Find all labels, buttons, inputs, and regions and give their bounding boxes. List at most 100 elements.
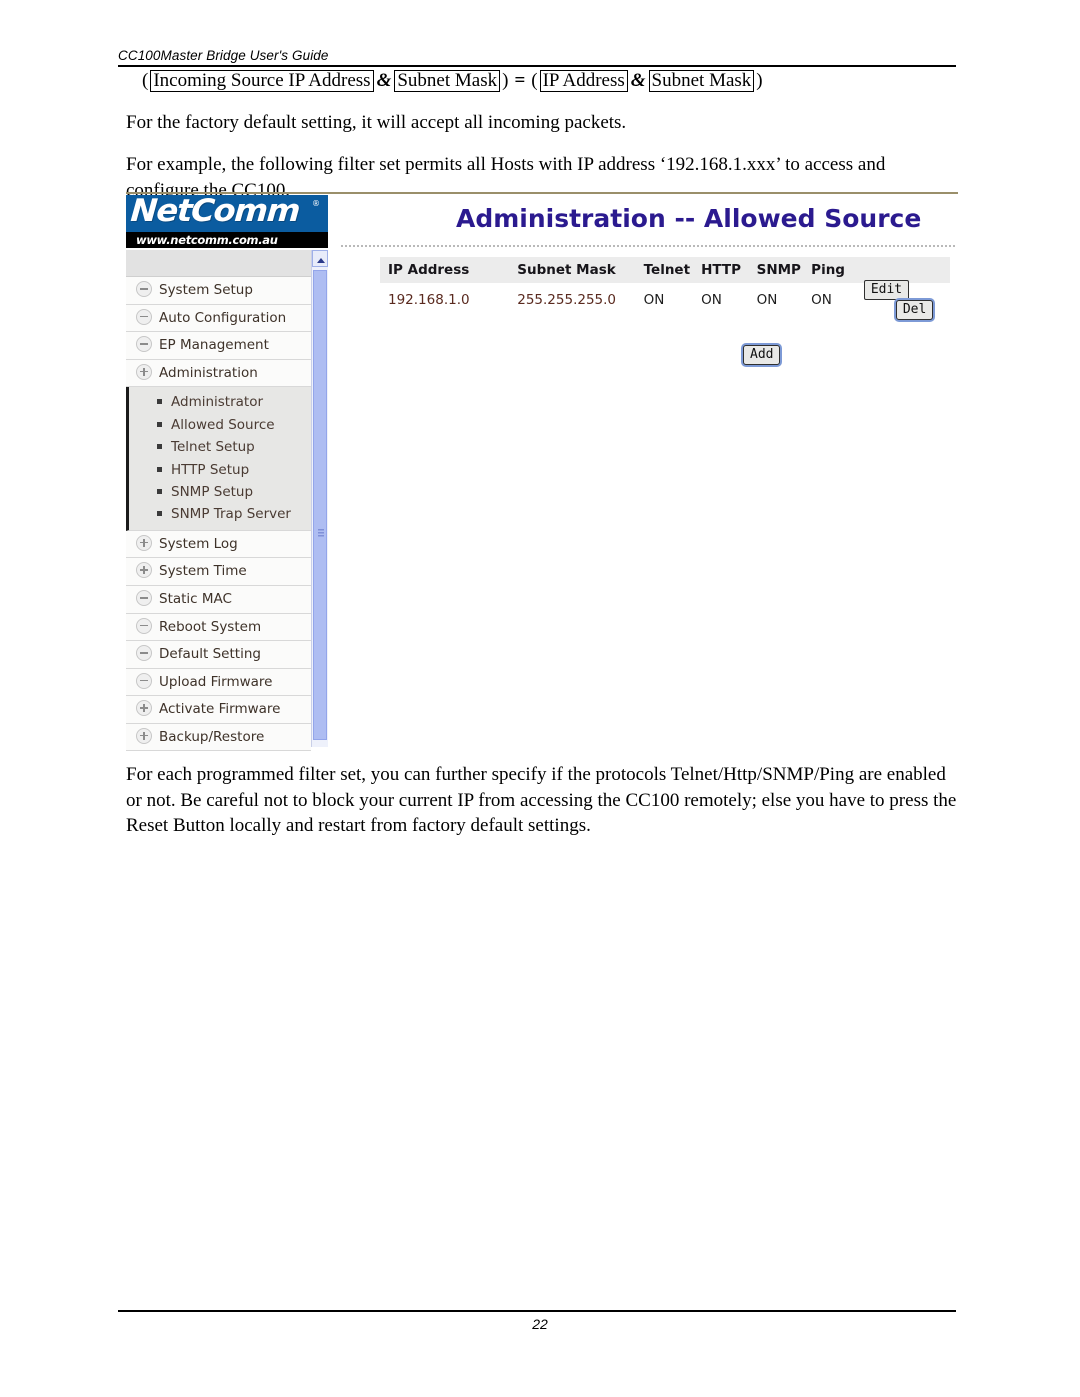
formula-amp-1: & bbox=[376, 70, 392, 91]
cell-subnet-mask: 255.255.255.0 bbox=[517, 292, 617, 308]
sidebar-item-label: Auto Configuration bbox=[159, 309, 287, 326]
sidebar-item-label: Static MAC bbox=[159, 590, 232, 607]
running-header-title: CC100Master Bridge User's Guide bbox=[118, 48, 329, 63]
col-header-snmp: SNMP bbox=[756, 262, 801, 278]
col-header-http: HTTP bbox=[701, 262, 741, 278]
sidebar-subitem-snmp-setup[interactable]: SNMP Setup bbox=[129, 481, 311, 503]
embedded-screenshot: NetComm ® www.netcomm.com.au Administrat… bbox=[126, 192, 958, 752]
formula-open-paren-2: ( bbox=[531, 70, 538, 91]
sidebar-item-activate-firmware[interactable]: Activate Firmware bbox=[126, 696, 311, 724]
formula-equals: = bbox=[514, 70, 526, 91]
sidebar-administration-subgroup: Administrator Allowed Source Telnet Setup H… bbox=[126, 387, 311, 531]
sidebar-subitem-http-setup[interactable]: HTTP Setup bbox=[129, 459, 311, 481]
cell-telnet: ON bbox=[643, 292, 665, 308]
sidebar-item-reboot-system[interactable]: Reboot System bbox=[126, 613, 311, 642]
bullet-square-icon bbox=[157, 511, 162, 517]
sidebar-item-system-time[interactable]: System Time bbox=[126, 558, 311, 586]
table-row: 192.168.1.0 255.255.255.0 ON ON ON ON EditDel bbox=[380, 280, 950, 320]
formula-open-paren-1: ( bbox=[142, 70, 149, 91]
sidebar-item-static-mac[interactable]: Static MAC bbox=[126, 585, 311, 614]
collapse-minus-icon[interactable] bbox=[136, 308, 152, 325]
sidebar-item-label: Default Setting bbox=[159, 646, 261, 663]
formula-term-incoming-source-ip: Incoming Source IP Address bbox=[150, 70, 374, 92]
formula-term-subnet-mask-2: Subnet Mask bbox=[648, 70, 755, 92]
sidebar-subitem-administrator[interactable]: Administrator bbox=[129, 391, 311, 413]
bullet-square-icon bbox=[157, 466, 162, 472]
sidebar-item-label: Backup/Restore bbox=[159, 728, 265, 745]
sidebar-item-system-setup[interactable]: System Setup bbox=[126, 277, 311, 305]
title-divider bbox=[341, 245, 956, 247]
formula-expression: (Incoming Source IP Address & Subnet Mask)… bbox=[140, 70, 765, 92]
collapse-minus-icon[interactable] bbox=[136, 672, 152, 689]
sidebar-item-label: System Log bbox=[159, 535, 238, 552]
registered-trademark-icon: ® bbox=[312, 199, 320, 208]
footer-rule bbox=[118, 1310, 956, 1312]
sidebar-item-label: Reboot System bbox=[159, 618, 262, 635]
formula-amp-2: & bbox=[630, 70, 646, 91]
paragraph-factory-default: For the factory default setting, it will… bbox=[126, 112, 627, 133]
bullet-square-icon bbox=[157, 399, 162, 405]
cell-actions: EditDel bbox=[863, 280, 950, 320]
collapse-minus-icon[interactable] bbox=[136, 617, 152, 634]
document-page: CC100Master Bridge User's Guide (Incomin… bbox=[0, 0, 1080, 1397]
cell-snmp: ON bbox=[756, 292, 778, 308]
scrollbar-grip-icon bbox=[318, 529, 324, 538]
expand-plus-icon[interactable] bbox=[136, 363, 152, 380]
sidebar-subitem-label: Allowed Source bbox=[171, 416, 275, 433]
navigation-sidebar: System Setup Auto Configuration EP Managem… bbox=[126, 250, 312, 752]
scroll-up-arrow-icon[interactable] bbox=[312, 250, 328, 267]
sidebar-item-system-log[interactable]: System Log bbox=[126, 530, 311, 559]
collapse-minus-icon[interactable] bbox=[136, 589, 152, 606]
sidebar-subitem-snmp-trap-server[interactable]: SNMP Trap Server bbox=[129, 503, 311, 525]
scrollbar-thumb[interactable] bbox=[313, 270, 327, 740]
col-header-telnet: Telnet bbox=[643, 262, 691, 278]
sidebar-item-default-setting[interactable]: Default Setting bbox=[126, 641, 311, 669]
formula-term-ip-address: IP Address bbox=[539, 70, 628, 92]
cell-http: ON bbox=[701, 292, 722, 308]
sidebar-item-backup-restore[interactable]: Backup/Restore bbox=[126, 723, 311, 752]
collapse-minus-icon[interactable] bbox=[136, 281, 152, 297]
edit-button[interactable]: Edit bbox=[863, 280, 910, 300]
sidebar-item-ep-management[interactable]: EP Management bbox=[126, 332, 311, 360]
del-button[interactable]: Del bbox=[895, 300, 934, 320]
page-number: 22 bbox=[532, 1316, 548, 1332]
expand-plus-icon[interactable] bbox=[136, 700, 152, 717]
content-panel: IP Address Subnet Mask Telnet HTTP SNMP … bbox=[328, 250, 958, 747]
screenshot-top-rule bbox=[126, 192, 958, 194]
expand-plus-icon[interactable] bbox=[136, 534, 152, 551]
sidebar-item-label: Upload Firmware bbox=[159, 673, 273, 690]
formula-term-subnet-mask-1: Subnet Mask bbox=[394, 70, 501, 92]
add-button[interactable]: Add bbox=[743, 345, 781, 365]
formula-close-paren-2: ) bbox=[756, 70, 763, 91]
sidebar-item-administration[interactable]: Administration bbox=[126, 359, 311, 388]
running-header: CC100Master Bridge User's Guide bbox=[118, 48, 956, 67]
sidebar-subitem-telnet-setup[interactable]: Telnet Setup bbox=[129, 436, 311, 458]
sidebar-subitem-label: SNMP Setup bbox=[171, 483, 254, 500]
collapse-minus-icon[interactable] bbox=[136, 336, 152, 353]
sidebar-item-label: Administration bbox=[159, 364, 258, 381]
sidebar-item-upload-firmware[interactable]: Upload Firmware bbox=[126, 668, 311, 697]
expand-plus-icon[interactable] bbox=[136, 727, 152, 744]
netcomm-url: www.netcomm.com.au bbox=[136, 233, 278, 247]
header-rule bbox=[118, 65, 956, 67]
col-header-subnet-mask: Subnet Mask bbox=[517, 262, 616, 278]
sidebar-subitem-label: SNMP Trap Server bbox=[171, 506, 291, 523]
sidebar-subitem-allowed-source[interactable]: Allowed Source bbox=[129, 414, 311, 436]
sidebar-item-label: System Setup bbox=[159, 282, 253, 298]
allowed-source-table: IP Address Subnet Mask Telnet HTTP SNMP … bbox=[380, 257, 950, 320]
logo-url-bar: www.netcomm.com.au bbox=[126, 232, 328, 248]
formula-close-paren-1: ) bbox=[502, 70, 509, 91]
collapse-minus-icon[interactable] bbox=[136, 645, 152, 662]
sidebar-subitem-label: HTTP Setup bbox=[171, 461, 250, 478]
del-button-wrapper: Del bbox=[895, 300, 934, 320]
netcomm-logo: NetComm ® www.netcomm.com.au bbox=[126, 195, 328, 248]
sidebar-subitem-label: Telnet Setup bbox=[171, 439, 255, 456]
page-title: Administration -- Allowed Source bbox=[456, 204, 922, 233]
expand-plus-icon[interactable] bbox=[136, 562, 152, 579]
sidebar-subitem-label: Administrator bbox=[171, 394, 264, 411]
sidebar-item-auto-configuration[interactable]: Auto Configuration bbox=[126, 304, 311, 333]
sidebar-scrollbar[interactable] bbox=[311, 250, 328, 747]
bullet-square-icon bbox=[157, 488, 162, 494]
sidebar-item-label: System Time bbox=[159, 563, 247, 580]
bullet-square-icon bbox=[157, 421, 162, 427]
